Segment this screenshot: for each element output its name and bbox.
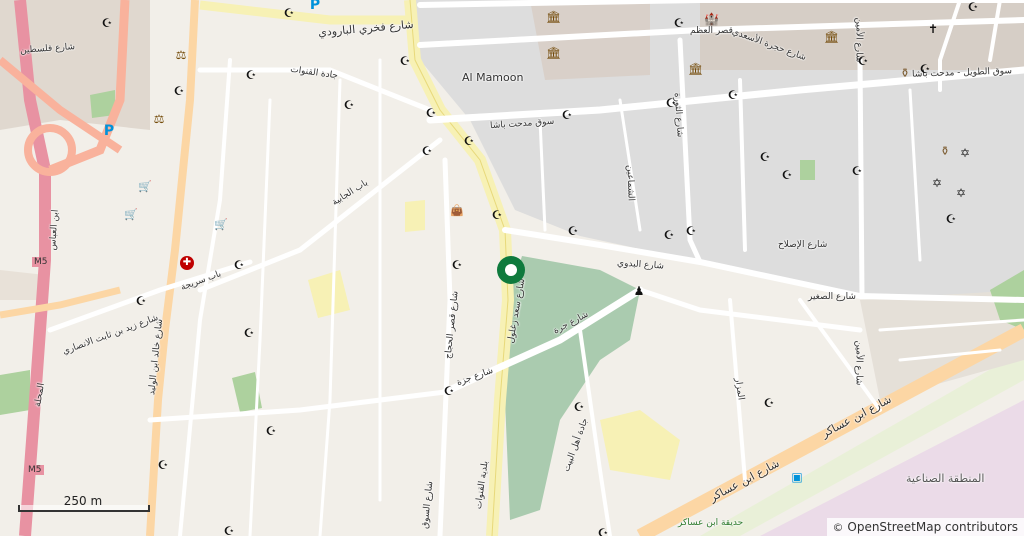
mosque-icon[interactable]: ☪: [726, 88, 740, 102]
mosque-icon[interactable]: ☪: [966, 0, 980, 14]
location-marker[interactable]: [497, 256, 525, 284]
mosque-icon[interactable]: ☪: [560, 108, 574, 122]
mosque-icon[interactable]: ☪: [222, 524, 236, 536]
synagogue-icon[interactable]: ✡: [954, 186, 968, 200]
parking-icon[interactable]: P: [102, 124, 116, 138]
mosque-icon[interactable]: ☪: [244, 68, 258, 82]
scale-bar: 250 m: [18, 494, 150, 516]
mosque-icon[interactable]: ☪: [242, 326, 256, 340]
area-label-industrial: المنطقة الصناعية: [906, 472, 985, 485]
industrial-area: [760, 400, 1024, 536]
mosque-icon[interactable]: ☪: [156, 458, 170, 472]
cart-icon[interactable]: 🛒: [214, 218, 228, 232]
mosque-icon[interactable]: ☪: [944, 212, 958, 226]
street-label-amin-bottom: شارع الأمين: [853, 340, 864, 386]
location-marker-center: [505, 264, 517, 276]
scales-icon[interactable]: ⚖: [174, 48, 188, 62]
mosque-icon[interactable]: ☪: [172, 84, 186, 98]
castle-icon[interactable]: 🏰: [704, 12, 719, 26]
monument-icon[interactable]: ♟: [632, 284, 646, 298]
museum-icon[interactable]: 🏛: [824, 30, 839, 44]
mosque-icon[interactable]: ☪: [762, 396, 776, 410]
mosque-icon[interactable]: ☪: [490, 208, 504, 222]
mosque-icon[interactable]: ☪: [856, 54, 870, 68]
museum-icon[interactable]: 🏛: [688, 62, 703, 76]
mosque-icon[interactable]: ☪: [918, 62, 932, 76]
cart-icon[interactable]: 🛒: [138, 180, 152, 194]
mosque-icon[interactable]: ☪: [566, 224, 580, 238]
hospital-icon[interactable]: ✚: [180, 256, 194, 270]
park-area: [800, 160, 815, 180]
mosque-icon[interactable]: ☪: [232, 258, 246, 272]
yellow-area: [405, 200, 425, 232]
mosque-icon[interactable]: ☪: [462, 134, 476, 148]
synagogue-icon[interactable]: ✡: [958, 146, 972, 160]
area-label-garden: حديقة ابن عساكر: [678, 518, 744, 528]
mosque-icon[interactable]: ☪: [100, 16, 114, 30]
mosque-icon[interactable]: ☪: [758, 150, 772, 164]
church-icon[interactable]: ✝: [926, 22, 940, 36]
mosque-icon[interactable]: ☪: [662, 228, 676, 242]
mosque-icon[interactable]: ☪: [684, 224, 698, 238]
m5-shield-top: M5: [32, 257, 50, 267]
mosque-icon[interactable]: ☪: [596, 526, 610, 536]
museum-icon[interactable]: 🏛: [546, 10, 561, 24]
label-azem-palace: قصر العظم: [690, 26, 733, 36]
mosque-icon[interactable]: ☪: [282, 6, 296, 20]
park-area: [0, 370, 30, 415]
vase-icon[interactable]: ⚱: [938, 144, 952, 158]
mosque-icon[interactable]: ☪: [780, 168, 794, 182]
scale-line: [18, 505, 150, 512]
museum-icon[interactable]: 🏛: [546, 46, 561, 60]
scales-icon[interactable]: ⚖: [152, 112, 166, 126]
synagogue-icon[interactable]: ✡: [930, 176, 944, 190]
fakhri-street: [199, 0, 410, 25]
mosque-icon[interactable]: ☪: [420, 144, 434, 158]
copyright-symbol: ©: [832, 521, 844, 534]
mosque-icon[interactable]: ☪: [398, 54, 412, 68]
shop-bag-icon[interactable]: 👜: [450, 204, 464, 218]
map-attribution[interactable]: © OpenStreetMap contributors: [826, 518, 1024, 536]
m5-shield-bottom: M5: [26, 465, 44, 475]
mosque-icon[interactable]: ☪: [264, 424, 278, 438]
vase-icon[interactable]: ⚱: [898, 66, 912, 80]
mosque-icon[interactable]: ☪: [572, 400, 586, 414]
cart-icon[interactable]: 🛒: [124, 208, 138, 222]
mosque-icon[interactable]: ☪: [424, 106, 438, 120]
mosque-icon[interactable]: ☪: [134, 294, 148, 308]
mosque-icon[interactable]: ☪: [450, 258, 464, 272]
street-label-shaghour: الشماعين: [624, 164, 636, 202]
bus-stop-icon[interactable]: ▣: [790, 470, 804, 484]
attribution-link[interactable]: OpenStreetMap contributors: [847, 520, 1018, 534]
mosque-icon[interactable]: ☪: [850, 164, 864, 178]
map-canvas[interactable]: شارع فلسطين شارع فخري البارودي جادة القن…: [0, 0, 1024, 536]
yellow-area: [600, 410, 680, 480]
mosque-icon[interactable]: ☪: [342, 98, 356, 112]
mosque-icon[interactable]: ☪: [442, 384, 456, 398]
street-label-al-mamoon: Al Mamoon: [462, 71, 524, 84]
yellow-area: [308, 270, 350, 318]
parking-icon[interactable]: P: [308, 0, 322, 12]
street-label-saghir: شارع الصغير: [808, 292, 856, 302]
street-label-islah: شارع الإصلاح: [778, 240, 828, 250]
mosque-icon[interactable]: ☪: [672, 16, 686, 30]
mosque-icon[interactable]: ☪: [664, 96, 678, 110]
